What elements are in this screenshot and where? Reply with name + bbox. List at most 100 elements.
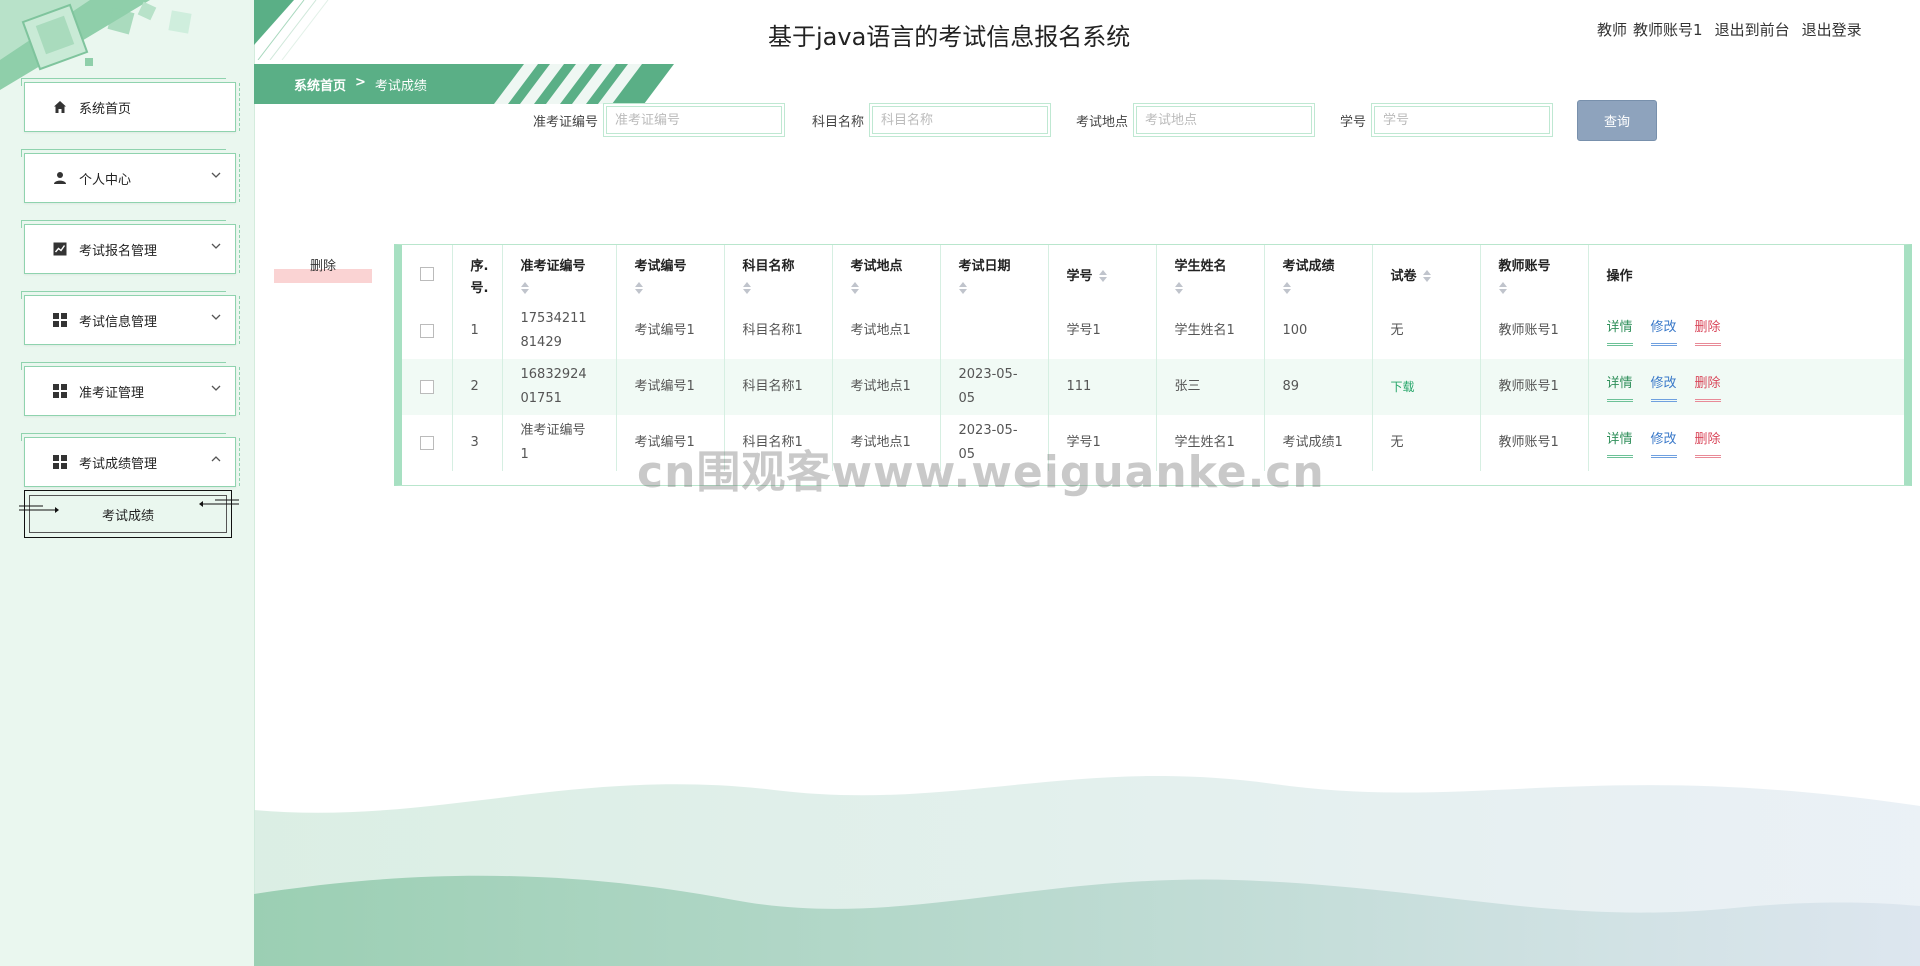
sort-icon[interactable] — [850, 282, 859, 294]
detail-link[interactable]: 详情 — [1606, 316, 1633, 346]
breadcrumb: 系统首页 > 考试成绩 — [254, 64, 674, 104]
sidebar-item-exam-info[interactable]: 考试信息管理 — [21, 291, 240, 345]
cell-date: 2023-05- 05 — [940, 415, 1049, 471]
search-ticket-label: 准考证编号 — [533, 114, 599, 130]
sort-icon[interactable] — [1498, 282, 1507, 294]
scores-table: 序. 号. 准考证编号 考试编号 科目名称 考试地点 考试日期 学号 学生姓名 … — [394, 244, 1912, 486]
row-checkbox[interactable] — [420, 323, 434, 338]
column-header-date[interactable]: 考试日期 — [940, 245, 1049, 303]
sort-icon[interactable] — [1422, 270, 1431, 282]
sidebar-item-personal-center[interactable]: 个人中心 — [21, 149, 240, 203]
cell-subject: 科目名称1 — [724, 359, 833, 415]
edit-link[interactable]: 修改 — [1650, 428, 1677, 458]
edit-link[interactable]: 修改 — [1650, 372, 1677, 402]
sort-icon[interactable] — [634, 282, 643, 294]
cell-place: 考试地点1 — [832, 415, 941, 471]
cell-exam-no: 考试编号1 — [616, 359, 725, 415]
cell-teacher: 教师账号1 — [1480, 359, 1589, 415]
cell-place: 考试地点1 — [832, 359, 941, 415]
row-select-cell — [402, 303, 453, 359]
delete-link[interactable]: 删除 — [1694, 372, 1721, 402]
user-icon — [51, 169, 69, 187]
cell-paper: 下载 — [1372, 359, 1481, 415]
column-header-subject[interactable]: 科目名称 — [724, 245, 833, 303]
chevron-down-icon — [211, 243, 221, 249]
cell-ticket: 准考证编号 1 — [502, 415, 617, 471]
column-header-teacher[interactable]: 教师账号 — [1480, 245, 1589, 303]
column-header-ticket[interactable]: 准考证编号 — [502, 245, 617, 303]
row-select-cell — [402, 415, 453, 471]
column-header-score[interactable]: 考试成绩 — [1264, 245, 1373, 303]
submenu-item-exam-scores[interactable]: 考试成绩 — [19, 490, 239, 538]
cell-subject: 科目名称1 — [724, 415, 833, 471]
ticket-number-input[interactable] — [606, 106, 783, 134]
cell-text: 准考证编号 — [520, 423, 586, 438]
breadcrumb-separator: > — [355, 75, 366, 90]
select-all-checkbox[interactable] — [420, 267, 434, 281]
delete-link[interactable]: 删除 — [1694, 316, 1721, 346]
sort-icon[interactable] — [520, 282, 529, 294]
sidebar-decoration — [0, 0, 192, 90]
column-header-paper[interactable]: 试卷 — [1372, 245, 1481, 303]
cell-text: 81429 — [520, 335, 562, 350]
sidebar-item-label: 考试信息管理 — [79, 314, 158, 330]
home-icon — [51, 98, 69, 116]
row-checkbox[interactable] — [420, 379, 434, 394]
search-subject-label: 科目名称 — [812, 114, 865, 130]
sort-icon[interactable] — [1174, 282, 1183, 294]
sidebar-item-exam-registration[interactable]: 考试报名管理 — [21, 220, 240, 274]
header-label: 准考证编号 — [520, 259, 586, 274]
sort-icon[interactable] — [1098, 270, 1107, 282]
breadcrumb-current: 考试成绩 — [374, 79, 427, 94]
cell-subject: 科目名称1 — [724, 303, 833, 359]
cell-student-name: 张三 — [1156, 359, 1265, 415]
detail-link[interactable]: 详情 — [1606, 428, 1633, 458]
student-number-input[interactable] — [1374, 106, 1551, 134]
cell-seq: 2 — [452, 359, 503, 415]
sort-icon[interactable] — [742, 282, 751, 294]
cell-paper: 无 — [1372, 303, 1481, 359]
query-button[interactable]: 查询 — [1577, 100, 1657, 141]
edit-link[interactable]: 修改 — [1650, 316, 1677, 346]
arrow-right-decoration-icon — [199, 499, 239, 507]
search-student-group: 学号 — [1340, 100, 1554, 140]
cell-text: 17534211 — [520, 311, 587, 326]
download-paper-link[interactable]: 下载 — [1391, 380, 1415, 394]
select-all-header — [402, 245, 453, 303]
logout-link[interactable]: 退出登录 — [1802, 19, 1862, 40]
cell-teacher: 教师账号1 — [1480, 303, 1589, 359]
column-header-exam-no[interactable]: 考试编号 — [616, 245, 725, 303]
subject-name-input[interactable] — [872, 106, 1049, 134]
sidebar-item-label: 个人中心 — [79, 172, 132, 188]
delete-link[interactable]: 删除 — [1694, 428, 1721, 458]
header-label: 考试成绩 — [1282, 259, 1335, 274]
column-header-place[interactable]: 考试地点 — [832, 245, 941, 303]
header-label: 试卷 — [1390, 268, 1417, 284]
cell-place: 考试地点1 — [832, 303, 941, 359]
cell-text: 05 — [958, 391, 976, 406]
cell-ticket: 16832924 01751 — [502, 359, 617, 415]
sidebar-item-exam-scores[interactable]: 考试成绩管理 — [21, 433, 240, 487]
column-header-student-no[interactable]: 学号 — [1048, 245, 1157, 303]
sidebar-item-admission-ticket[interactable]: 准考证管理 — [21, 362, 240, 416]
column-header-seq: 序. 号. — [452, 245, 503, 303]
grid-icon — [51, 453, 69, 471]
cell-actions: 详情 修改 删除 — [1588, 415, 1904, 471]
cell-text: 2023-05- — [958, 423, 1018, 438]
header-label: 教师账号 — [1498, 259, 1551, 274]
cell-exam-no: 考试编号1 — [616, 303, 725, 359]
row-checkbox[interactable] — [420, 435, 434, 450]
sidebar-item-home[interactable]: 系统首页 — [21, 78, 240, 132]
column-header-student-name[interactable]: 学生姓名 — [1156, 245, 1265, 303]
batch-delete-button[interactable]: 删除 — [274, 253, 372, 283]
detail-link[interactable]: 详情 — [1606, 372, 1633, 402]
header-label: 科目名称 — [742, 259, 795, 274]
sort-icon[interactable] — [958, 282, 967, 294]
sort-icon[interactable] — [1282, 282, 1291, 294]
cell-score: 100 — [1264, 303, 1373, 359]
cell-date — [940, 303, 1049, 359]
back-to-front-link[interactable]: 退出到前台 — [1715, 19, 1790, 40]
grid-icon — [51, 382, 69, 400]
exam-place-input[interactable] — [1136, 106, 1313, 134]
breadcrumb-home-link[interactable]: 系统首页 — [294, 75, 346, 94]
